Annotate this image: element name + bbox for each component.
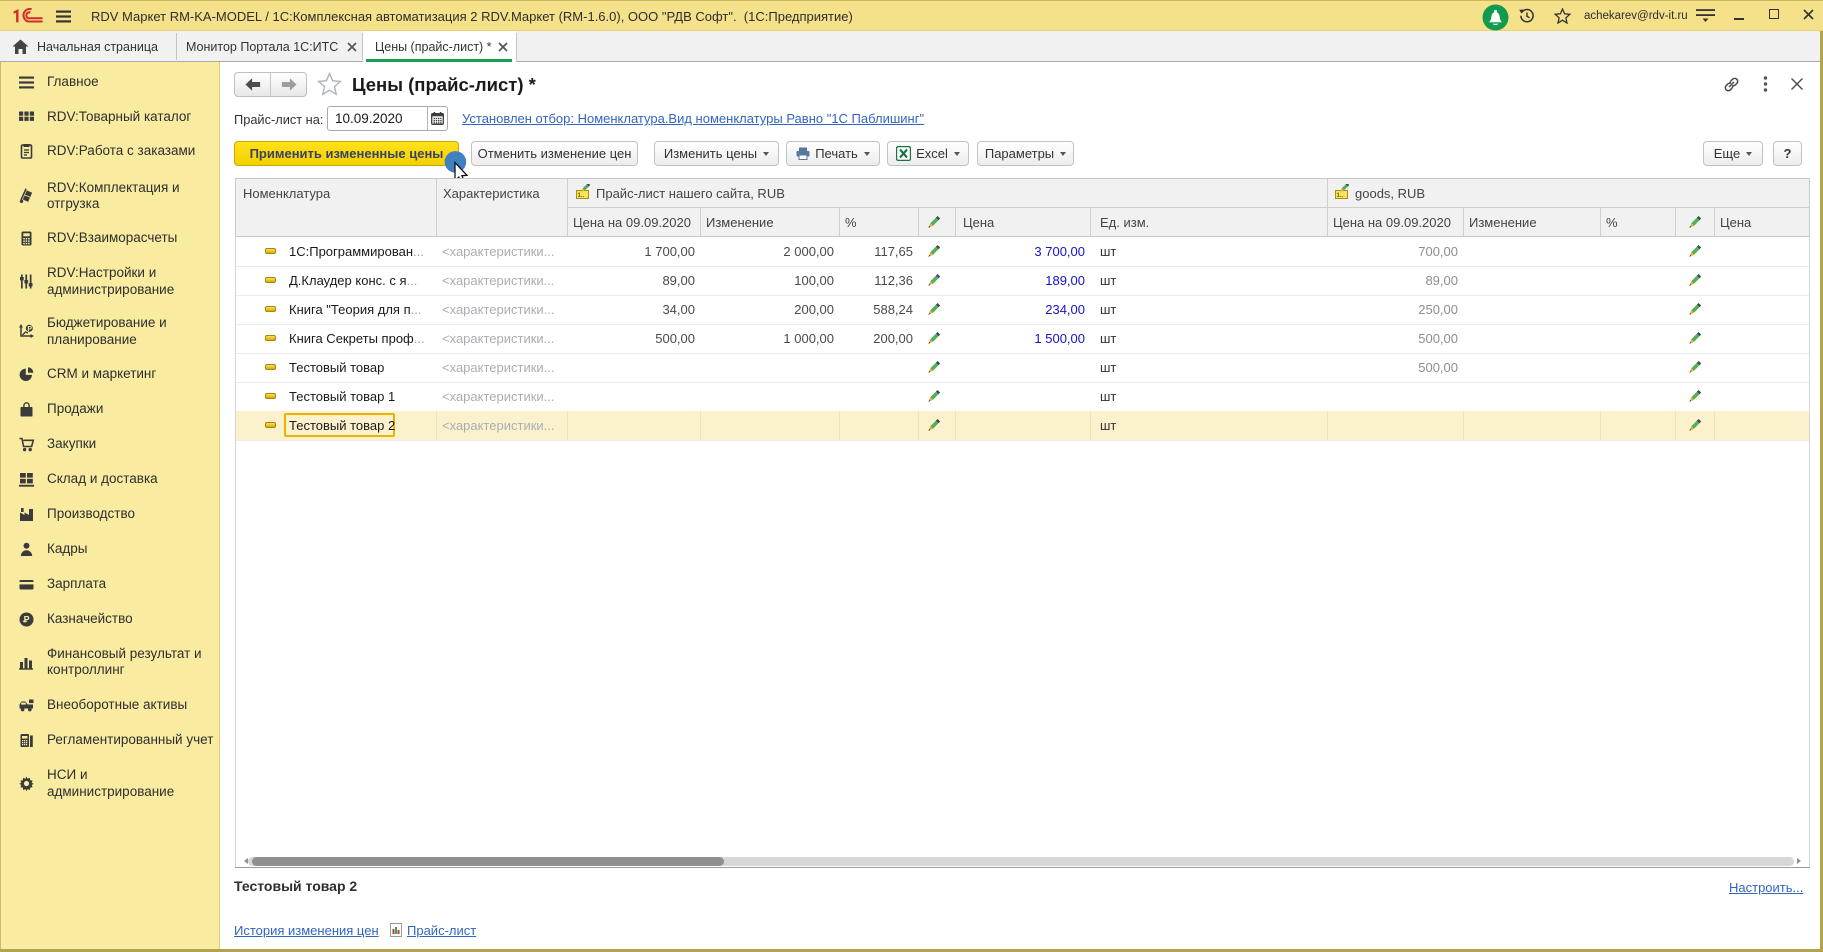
svg-text:P: P <box>27 326 32 333</box>
svg-text:1..: 1.. <box>578 193 585 199</box>
svg-text:P: P <box>24 615 30 625</box>
svg-text:1..: 1.. <box>1337 193 1344 199</box>
